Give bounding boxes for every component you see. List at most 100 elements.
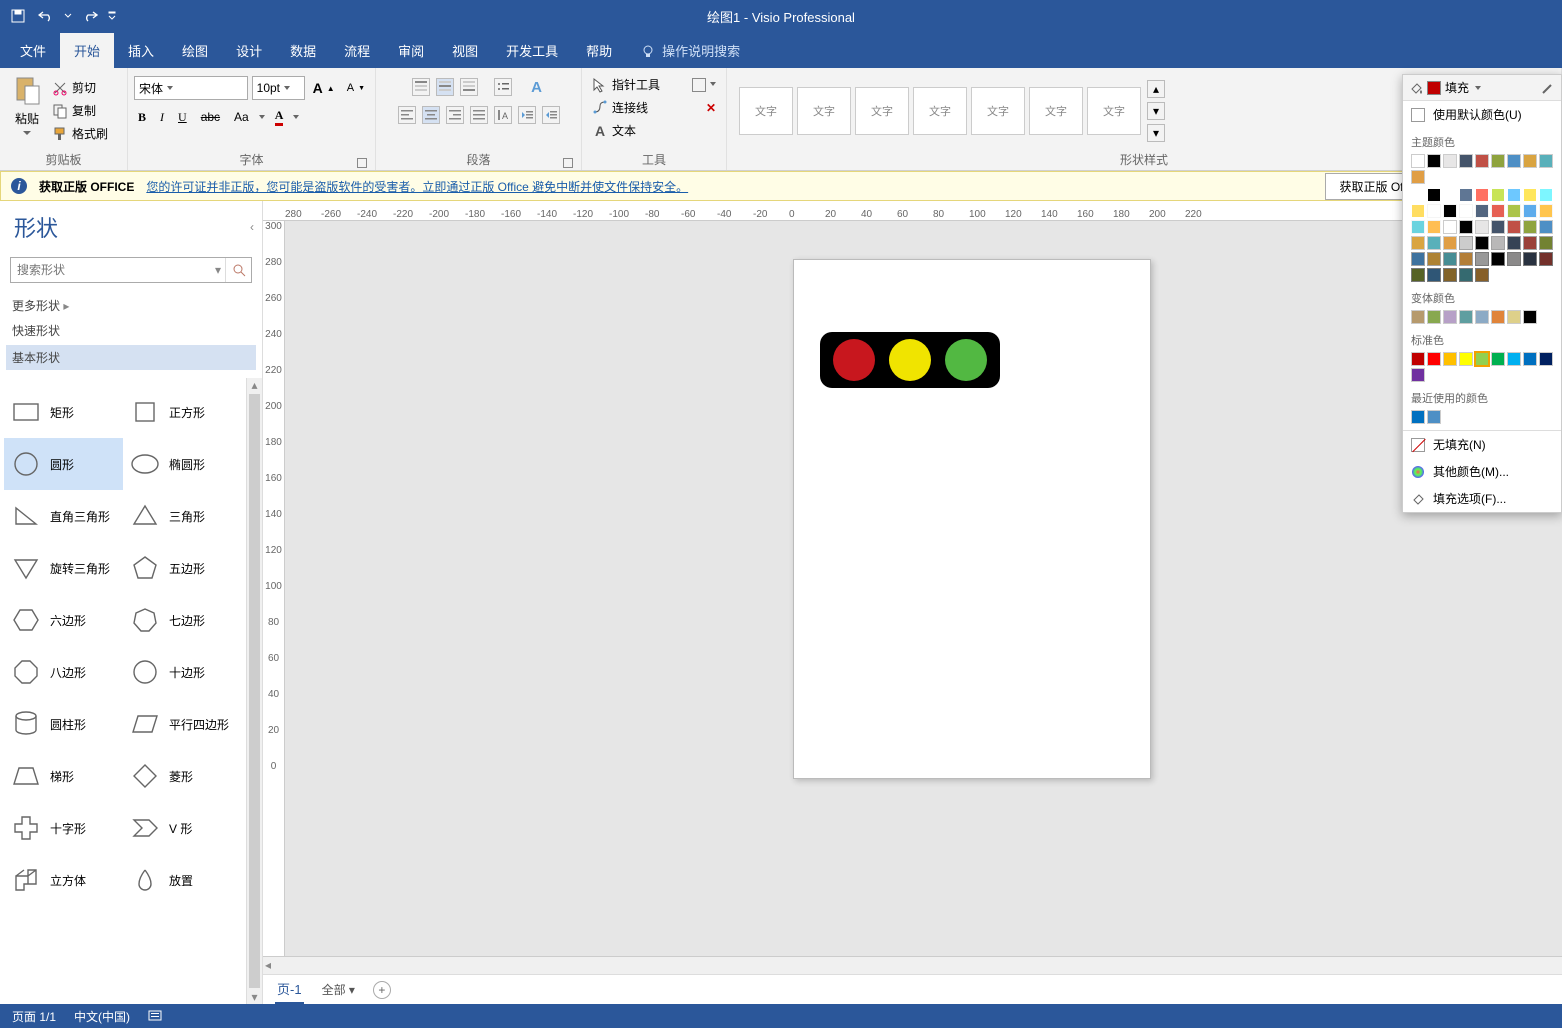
- shrink-font-button[interactable]: A▼: [343, 80, 369, 96]
- grow-font-button[interactable]: A▲: [309, 78, 339, 98]
- color-swatch[interactable]: [1539, 154, 1553, 168]
- justify-button[interactable]: [470, 106, 488, 124]
- decrease-indent-button[interactable]: [518, 106, 536, 124]
- color-swatch[interactable]: [1459, 154, 1473, 168]
- red-light[interactable]: [833, 339, 875, 381]
- color-swatch[interactable]: [1491, 154, 1505, 168]
- color-swatch[interactable]: [1427, 188, 1441, 202]
- use-default-color[interactable]: 使用默认颜色(U): [1403, 101, 1561, 128]
- align-bottom-button[interactable]: [460, 78, 478, 96]
- color-swatch[interactable]: [1523, 220, 1537, 234]
- shapes-scrollbar[interactable]: ▴ ▾: [246, 378, 262, 1004]
- color-swatch[interactable]: [1523, 188, 1537, 202]
- rect-tool-dropdown[interactable]: [692, 78, 706, 92]
- shape-item-11[interactable]: 十边形: [123, 646, 242, 698]
- shapes-search-input[interactable]: [11, 263, 211, 277]
- color-swatch[interactable]: [1411, 368, 1425, 382]
- color-swatch[interactable]: [1539, 188, 1553, 202]
- strike-button[interactable]: abc: [197, 108, 224, 126]
- color-swatch[interactable]: [1427, 410, 1441, 424]
- tab-help[interactable]: 帮助: [572, 33, 626, 68]
- color-swatch[interactable]: [1475, 220, 1489, 234]
- macro-record-icon[interactable]: [148, 1008, 162, 1025]
- color-swatch[interactable]: [1539, 220, 1553, 234]
- shape-item-18[interactable]: 立方体: [4, 854, 123, 906]
- color-swatch[interactable]: [1443, 352, 1457, 366]
- copy-button[interactable]: 复制: [48, 100, 112, 121]
- color-swatch[interactable]: [1475, 204, 1489, 218]
- bold-button[interactable]: B: [134, 108, 150, 127]
- color-swatch[interactable]: [1427, 204, 1441, 218]
- fill-button[interactable]: 填充: [1403, 75, 1561, 101]
- change-case-button[interactable]: Aa: [230, 108, 253, 126]
- save-icon[interactable]: [8, 6, 28, 26]
- shape-style-2[interactable]: 文字: [797, 87, 851, 135]
- page-count[interactable]: 页面 1/1: [12, 1008, 56, 1025]
- color-swatch[interactable]: [1411, 352, 1425, 366]
- shape-item-7[interactable]: 五边形: [123, 542, 242, 594]
- color-swatch[interactable]: [1443, 220, 1457, 234]
- align-center-button[interactable]: [422, 106, 440, 124]
- color-swatch[interactable]: [1411, 252, 1425, 266]
- color-swatch[interactable]: [1523, 352, 1537, 366]
- color-swatch[interactable]: [1427, 220, 1441, 234]
- color-swatch[interactable]: [1539, 236, 1553, 250]
- color-swatch[interactable]: [1459, 310, 1473, 324]
- color-swatch[interactable]: [1427, 268, 1441, 282]
- tab-design[interactable]: 设计: [222, 33, 276, 68]
- color-swatch[interactable]: [1507, 352, 1521, 366]
- align-left-button[interactable]: [398, 106, 416, 124]
- pointer-tool-button[interactable]: 指针工具: [588, 74, 720, 95]
- shape-style-7[interactable]: 文字: [1087, 87, 1141, 135]
- color-swatch[interactable]: [1491, 236, 1505, 250]
- font-size-combo[interactable]: 10pt: [252, 76, 305, 100]
- color-swatch[interactable]: [1459, 220, 1473, 234]
- shapes-search[interactable]: ▾: [10, 257, 252, 283]
- rotate-text-button[interactable]: A: [494, 106, 512, 124]
- color-swatch[interactable]: [1411, 268, 1425, 282]
- cut-button[interactable]: 剪切: [48, 77, 112, 98]
- color-swatch[interactable]: [1475, 310, 1489, 324]
- color-swatch[interactable]: [1539, 352, 1553, 366]
- quick-shapes-link[interactable]: 快速形状: [12, 318, 250, 343]
- font-dialog-launcher[interactable]: [357, 158, 367, 168]
- color-swatch[interactable]: [1459, 236, 1473, 250]
- color-swatch[interactable]: [1411, 236, 1425, 250]
- shape-style-3[interactable]: 文字: [855, 87, 909, 135]
- shape-item-17[interactable]: V 形: [123, 802, 242, 854]
- shape-item-2[interactable]: 圆形: [4, 438, 123, 490]
- font-name-combo[interactable]: 宋体: [134, 76, 248, 100]
- color-swatch[interactable]: [1427, 236, 1441, 250]
- page-tab-1[interactable]: 页-1: [275, 975, 304, 1004]
- align-middle-button[interactable]: [436, 78, 454, 96]
- color-swatch[interactable]: [1411, 410, 1425, 424]
- tab-home[interactable]: 开始: [60, 33, 114, 68]
- more-colors-option[interactable]: 其他颜色(M)...: [1403, 458, 1561, 485]
- color-swatch[interactable]: [1491, 352, 1505, 366]
- color-swatch[interactable]: [1427, 252, 1441, 266]
- italic-button[interactable]: I: [156, 108, 168, 127]
- color-swatch[interactable]: [1491, 310, 1505, 324]
- shape-item-16[interactable]: 十字形: [4, 802, 123, 854]
- bullets-button[interactable]: [494, 78, 512, 96]
- color-swatch[interactable]: [1523, 236, 1537, 250]
- drawing-surface[interactable]: [285, 221, 1562, 956]
- shape-style-1[interactable]: 文字: [739, 87, 793, 135]
- color-swatch[interactable]: [1459, 204, 1473, 218]
- basic-shapes-link[interactable]: 基本形状: [6, 345, 256, 370]
- paragraph-dialog-launcher[interactable]: [563, 158, 573, 168]
- color-swatch[interactable]: [1411, 154, 1425, 168]
- color-swatch[interactable]: [1459, 252, 1473, 266]
- color-swatch[interactable]: [1491, 204, 1505, 218]
- color-swatch[interactable]: [1523, 310, 1537, 324]
- more-shapes-link[interactable]: 更多形状 ▸: [12, 293, 250, 318]
- shape-item-0[interactable]: 矩形: [4, 386, 123, 438]
- tab-insert[interactable]: 插入: [114, 33, 168, 68]
- color-swatch[interactable]: [1539, 252, 1553, 266]
- color-swatch[interactable]: [1443, 310, 1457, 324]
- color-swatch[interactable]: [1459, 188, 1473, 202]
- format-painter-button[interactable]: 格式刷: [48, 123, 112, 144]
- tab-process[interactable]: 流程: [330, 33, 384, 68]
- color-swatch[interactable]: [1475, 236, 1489, 250]
- color-swatch[interactable]: [1491, 188, 1505, 202]
